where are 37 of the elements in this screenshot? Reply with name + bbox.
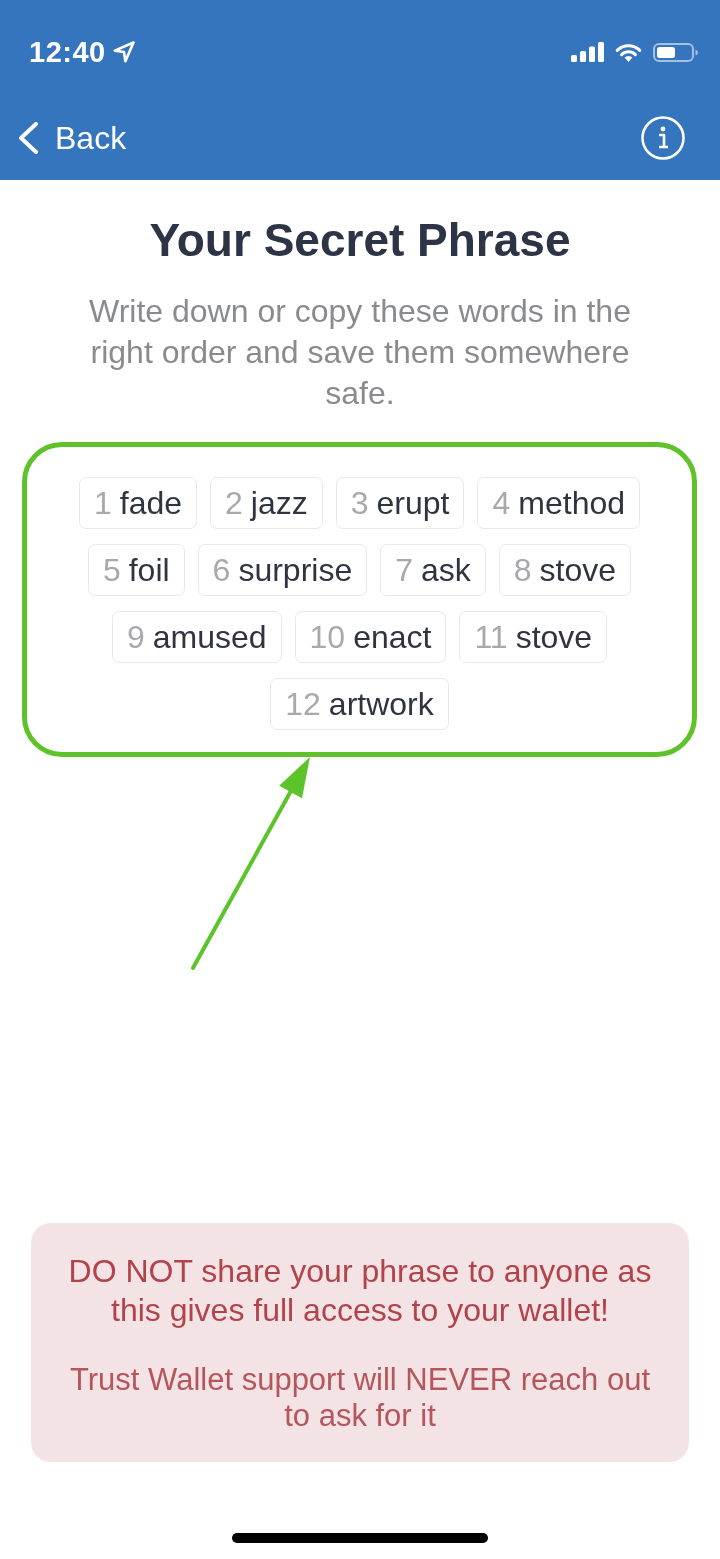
word-number: 3 — [350, 484, 369, 523]
location-arrow-icon — [112, 41, 135, 63]
word-text: method — [518, 484, 625, 523]
word-text: foil — [128, 551, 170, 590]
word-text: jazz — [250, 484, 308, 523]
battery-icon — [653, 43, 698, 62]
word-text: stove — [515, 618, 593, 657]
word-text: surprise — [238, 551, 353, 590]
word-number: 4 — [492, 484, 511, 523]
word-text: enact — [353, 618, 432, 657]
word-text: stove — [539, 551, 617, 590]
word-number: 1 — [93, 484, 112, 523]
wifi-icon — [614, 42, 643, 62]
word-text: erupt — [376, 484, 450, 523]
instruction-text: Write down or copy these words in the right order and save them somewhere safe. — [88, 292, 632, 413]
word-text: ask — [421, 551, 471, 590]
word-text: amused — [152, 618, 267, 657]
warning-text: Trust Wallet support will NEVER reach out to ask for it — [69, 1362, 651, 1434]
word-number: 11 — [474, 618, 508, 657]
word-number: 2 — [225, 484, 243, 523]
word-number: 10 — [309, 618, 346, 657]
word-number: 8 — [513, 551, 532, 590]
word-number: 7 — [395, 551, 413, 590]
warning-text: DO NOT share your phrase to anyone as this gives full access to your wallet! — [67, 1252, 653, 1330]
word-text: artwork — [328, 685, 434, 724]
back-button[interactable]: Back — [17, 119, 127, 157]
word-number: 12 — [285, 685, 321, 724]
info-icon — [641, 116, 685, 160]
word-text: fade — [119, 484, 183, 523]
word-number: 6 — [212, 551, 231, 590]
page-title: Your Secret Phrase — [149, 214, 571, 266]
chevron-left-icon — [17, 122, 39, 154]
signal-icon — [571, 42, 604, 62]
status-time: 12:40 — [29, 35, 106, 69]
word-number: 9 — [126, 618, 145, 657]
word-number: 5 — [102, 551, 121, 590]
info-button[interactable] — [641, 116, 685, 160]
